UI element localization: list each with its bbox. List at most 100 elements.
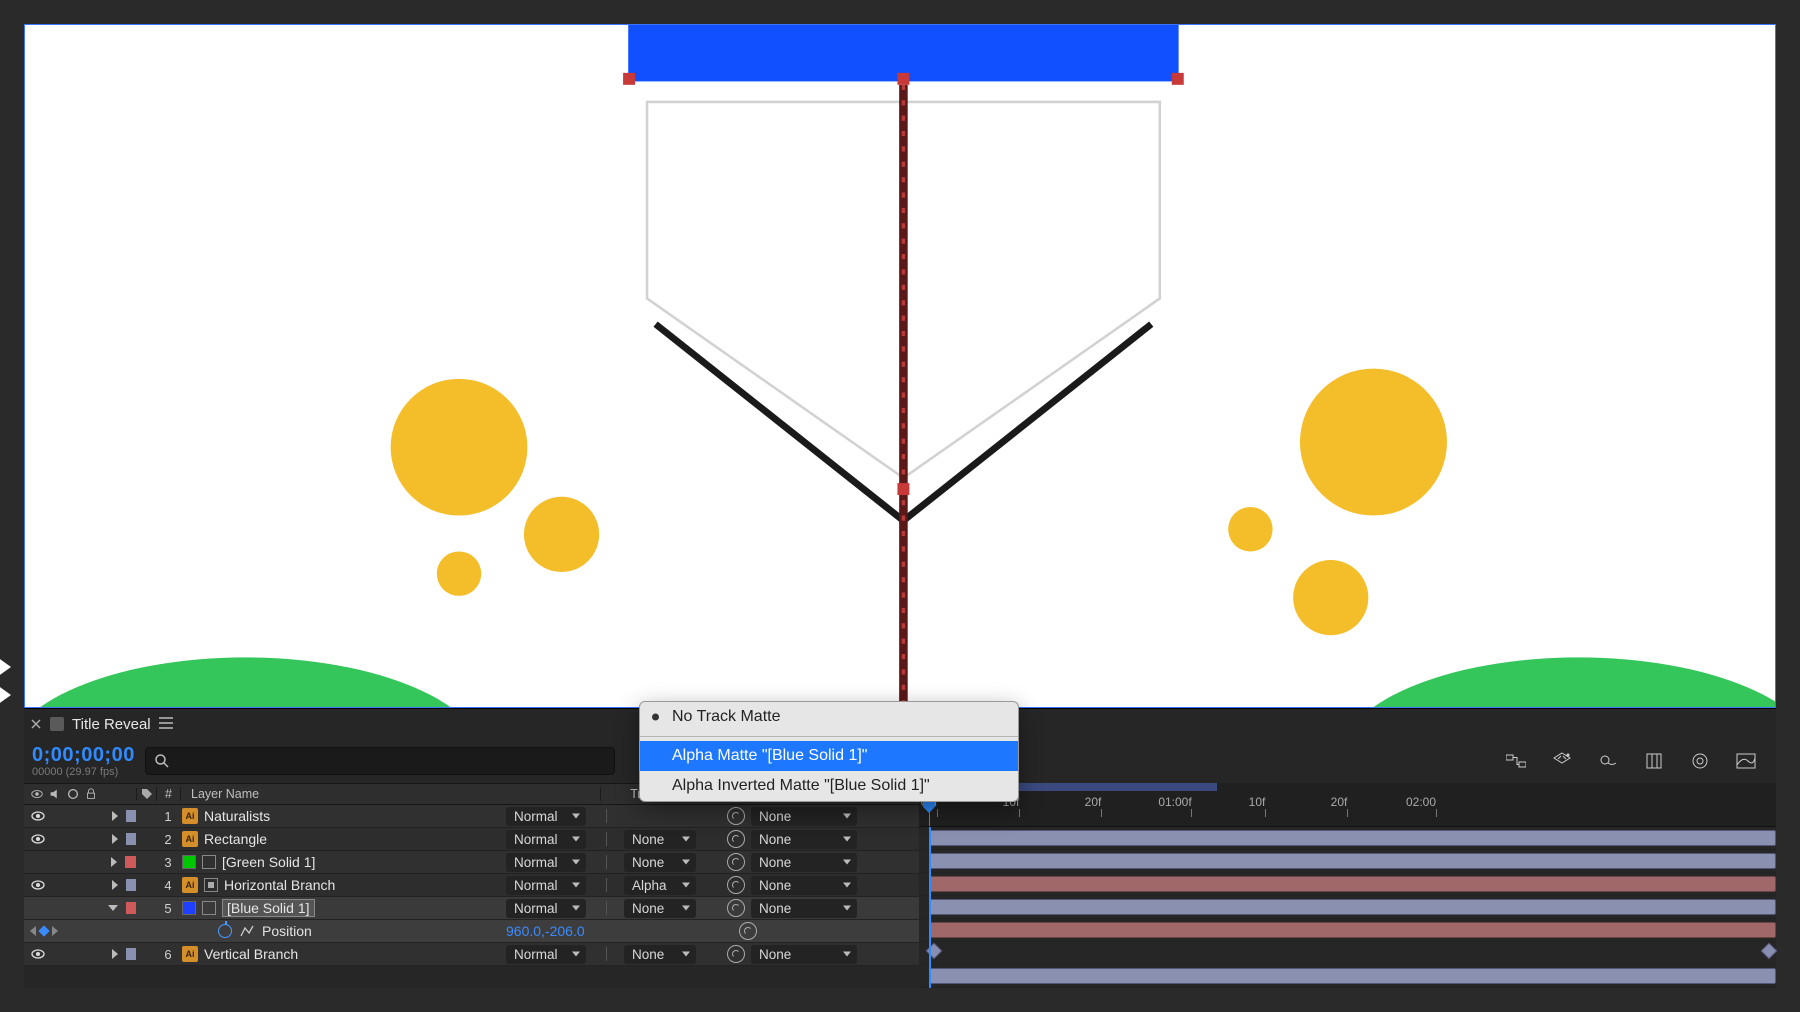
visibility-toggle[interactable]: [30, 946, 46, 962]
layer-search[interactable]: [145, 747, 615, 775]
panel-lock-icon[interactable]: [50, 717, 64, 731]
layer-duration-bar[interactable]: [929, 922, 1776, 938]
layer-duration-bar[interactable]: [929, 968, 1776, 984]
blend-mode-dropdown[interactable]: Normal: [506, 830, 586, 849]
shy-icon[interactable]: [1594, 747, 1622, 775]
search-input[interactable]: [176, 754, 606, 769]
panel-menu-icon[interactable]: [159, 717, 173, 732]
timeline-layer-bar[interactable]: [919, 896, 1776, 919]
twirl-arrow[interactable]: [112, 811, 118, 821]
label-color[interactable]: [126, 948, 136, 960]
track-matte-dropdown[interactable]: None: [624, 945, 696, 964]
parent-dropdown[interactable]: None: [751, 876, 857, 895]
track-matte-dropdown[interactable]: None: [624, 899, 696, 918]
matte-toggle-icon[interactable]: [202, 855, 216, 869]
pickwhip-icon[interactable]: [727, 945, 745, 963]
add-keyframe-icon[interactable]: [38, 925, 49, 936]
timeline-layer-bar[interactable]: [919, 965, 1776, 988]
layer-name[interactable]: Vertical Branch: [204, 946, 298, 962]
visibility-toggle[interactable]: [30, 831, 46, 847]
frame-blend-icon[interactable]: [1640, 747, 1668, 775]
property-row-position[interactable]: Position960.0,-206.0: [24, 920, 919, 943]
blend-mode-dropdown[interactable]: Normal: [506, 945, 586, 964]
timeline-layer-bar[interactable]: [919, 827, 1776, 850]
twirl-arrow[interactable]: [111, 857, 117, 867]
blend-mode-dropdown[interactable]: Normal: [506, 807, 586, 826]
playhead-line[interactable]: [929, 827, 931, 988]
visibility-toggle[interactable]: [30, 877, 46, 893]
layer-row[interactable]: 4AiHorizontal BranchNormalAlphaNone: [24, 874, 919, 897]
timeline-layer-bar[interactable]: [919, 850, 1776, 873]
parent-dropdown[interactable]: None: [751, 899, 857, 918]
label-column-icon[interactable]: [141, 788, 153, 800]
keyframe-navigator[interactable]: [30, 926, 58, 936]
pickwhip-icon[interactable]: [727, 853, 745, 871]
timeline-ruler[interactable]: 00f10f20f01:00f10f20f02:00: [919, 783, 1776, 827]
expression-graph-icon[interactable]: [240, 924, 254, 938]
timeline-layer-bar[interactable]: [919, 919, 1776, 942]
lock-column-icon[interactable]: [84, 787, 98, 801]
layer-duration-bar[interactable]: [929, 899, 1776, 915]
composition-tab-title[interactable]: Title Reveal: [72, 716, 151, 733]
twirl-arrow[interactable]: [112, 834, 118, 844]
audio-column-icon[interactable]: [48, 787, 62, 801]
blend-mode-dropdown[interactable]: Normal: [506, 853, 586, 872]
close-tab-icon[interactable]: [30, 718, 42, 730]
pickwhip-icon[interactable]: [727, 830, 745, 848]
layer-duration-bar[interactable]: [929, 876, 1776, 892]
parent-dropdown[interactable]: None: [751, 853, 857, 872]
solo-column-icon[interactable]: [66, 787, 80, 801]
menu-alpha-matte[interactable]: Alpha Matte "[Blue Solid 1]": [640, 741, 1018, 771]
eye-column-icon[interactable]: [30, 787, 44, 801]
layer-name[interactable]: Rectangle: [204, 831, 267, 847]
layer-row[interactable]: 1AiNaturalistsNormalNone: [24, 805, 919, 828]
pickwhip-icon[interactable]: [739, 922, 757, 940]
parent-dropdown[interactable]: None: [751, 945, 857, 964]
twirl-arrow[interactable]: [108, 905, 118, 911]
track-matte-dropdown[interactable]: None: [624, 853, 696, 872]
label-color[interactable]: [126, 810, 136, 822]
parent-dropdown[interactable]: None: [751, 830, 857, 849]
composition-viewport[interactable]: [24, 24, 1776, 708]
layer-duration-bar[interactable]: [929, 853, 1776, 869]
visibility-toggle[interactable]: [30, 854, 45, 870]
graph-editor-icon[interactable]: [1732, 747, 1760, 775]
label-color[interactable]: [125, 856, 136, 868]
blend-mode-dropdown[interactable]: Normal: [506, 876, 586, 895]
blend-mode-dropdown[interactable]: Normal: [506, 899, 586, 918]
keyframe-diamond[interactable]: [1762, 944, 1776, 958]
current-timecode[interactable]: 0;00;00;00: [32, 744, 135, 766]
pickwhip-icon[interactable]: [727, 876, 745, 894]
visibility-toggle[interactable]: [30, 900, 44, 916]
label-color[interactable]: [126, 833, 136, 845]
twirl-arrow[interactable]: [112, 949, 118, 959]
timeline-property-row[interactable]: [919, 942, 1776, 965]
layer-name[interactable]: Naturalists: [204, 808, 270, 824]
matte-toggle-icon[interactable]: [204, 878, 218, 892]
layer-name[interactable]: [Blue Solid 1]: [222, 899, 315, 917]
layer-name[interactable]: [Green Solid 1]: [222, 854, 315, 870]
layer-name[interactable]: Horizontal Branch: [224, 877, 335, 893]
twirl-arrow[interactable]: [112, 880, 118, 890]
layer-row[interactable]: 3[Green Solid 1]NormalNoneNone: [24, 851, 919, 874]
track-matte-dropdown[interactable]: None: [624, 830, 696, 849]
timeline-layer-bar[interactable]: [919, 873, 1776, 896]
pickwhip-icon[interactable]: [727, 899, 745, 917]
layer-row[interactable]: 2AiRectangleNormalNoneNone: [24, 828, 919, 851]
label-color[interactable]: [126, 879, 136, 891]
menu-alpha-inverted-matte[interactable]: Alpha Inverted Matte "[Blue Solid 1]": [640, 771, 1018, 801]
motion-blur-icon[interactable]: [1686, 747, 1714, 775]
layer-duration-bar[interactable]: [929, 830, 1776, 846]
pickwhip-icon[interactable]: [727, 807, 745, 825]
matte-toggle-icon[interactable]: [202, 901, 216, 915]
comp-flowchart-icon[interactable]: [1502, 747, 1530, 775]
position-value[interactable]: 960.0,-206.0: [500, 923, 725, 939]
visibility-toggle[interactable]: [30, 808, 46, 824]
label-color[interactable]: [126, 902, 136, 914]
stopwatch-icon[interactable]: [218, 924, 232, 938]
layer-row[interactable]: 5[Blue Solid 1]NormalNoneNone: [24, 897, 919, 920]
menu-no-track-matte[interactable]: No Track Matte: [640, 702, 1018, 732]
parent-dropdown[interactable]: None: [751, 807, 857, 826]
draft-3d-icon[interactable]: [1548, 747, 1576, 775]
layer-row[interactable]: 6AiVertical BranchNormalNoneNone: [24, 943, 919, 966]
